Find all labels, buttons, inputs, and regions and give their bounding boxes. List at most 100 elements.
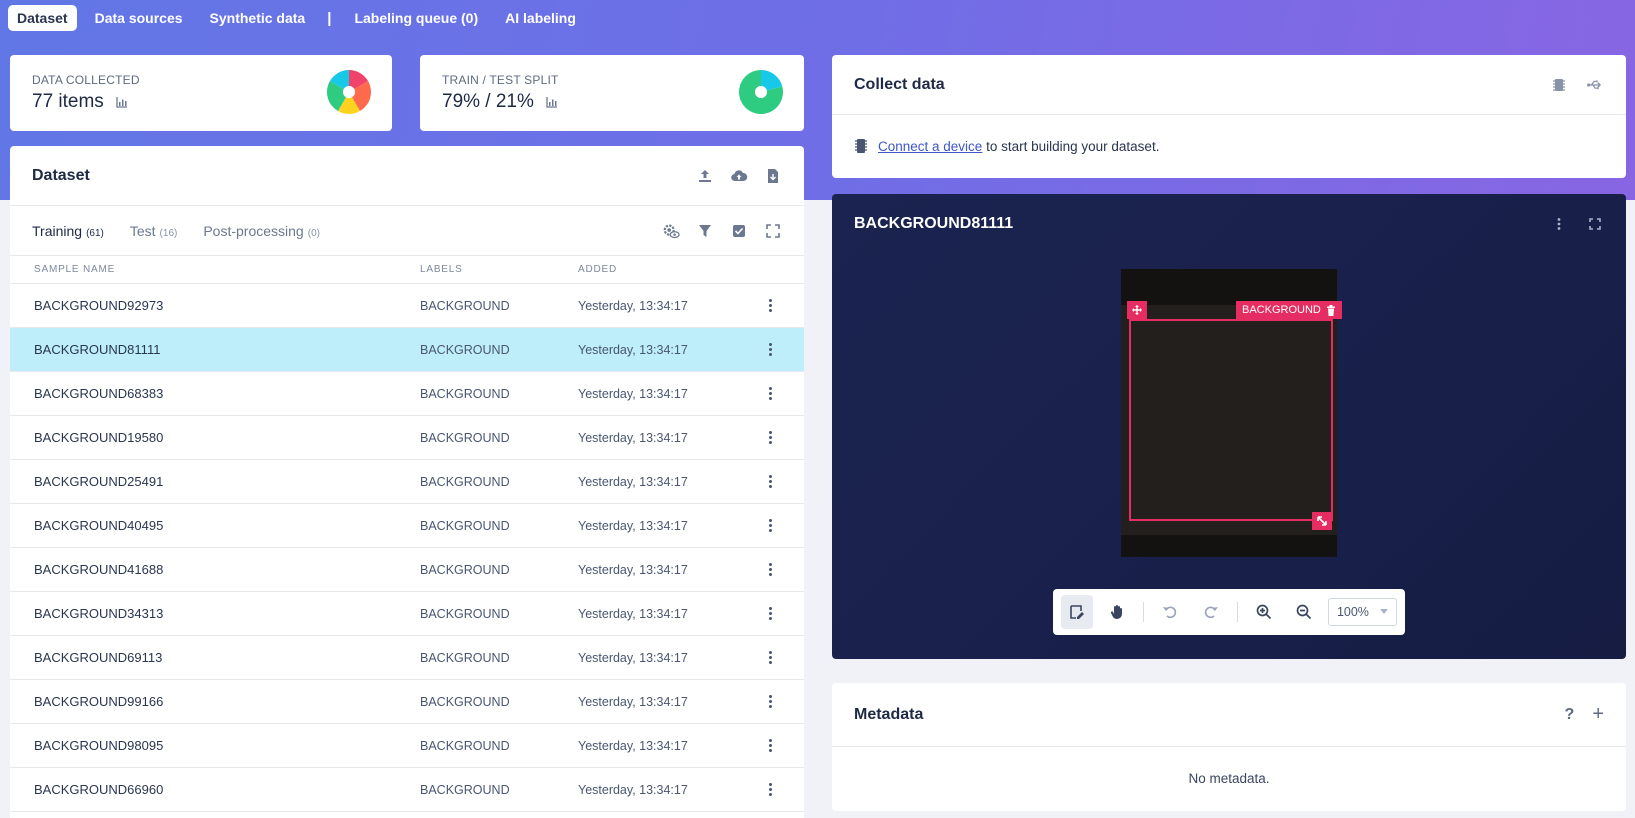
dataset-header: Dataset (10, 146, 804, 206)
sample-name: BACKGROUND19580 (34, 430, 164, 445)
sample-label: BACKGROUND (420, 650, 510, 665)
nav-tab-dataset[interactable]: Dataset (8, 5, 77, 31)
sample-added: Yesterday, 13:34:17 (578, 518, 688, 533)
fullscreen-icon[interactable] (1586, 215, 1604, 233)
column-sample-name[interactable]: SAMPLE NAME (10, 264, 420, 275)
upload-icon[interactable] (696, 167, 714, 185)
settings-eye-icon[interactable] (662, 222, 680, 240)
trash-icon[interactable] (1326, 304, 1336, 316)
row-menu-icon[interactable] (750, 343, 790, 356)
table-body: BACKGROUND92973 BACKGROUND Yesterday, 13:3… (10, 284, 804, 812)
resize-icon[interactable] (1312, 512, 1332, 530)
chart-icon[interactable] (546, 96, 558, 108)
nav-separator: | (327, 9, 332, 27)
sample-label: BACKGROUND (420, 386, 510, 401)
nav-tab-data-sources[interactable]: Data sources (86, 5, 192, 31)
sample-label: BACKGROUND (420, 606, 510, 621)
table-row[interactable]: BACKGROUND19580 BACKGROUND Yesterday, 13:3… (10, 416, 804, 460)
table-row[interactable]: BACKGROUND25491 BACKGROUND Yesterday, 13:3… (10, 460, 804, 504)
sample-label: BACKGROUND (420, 694, 510, 709)
zoom-level-select[interactable]: 100% (1327, 598, 1398, 626)
row-menu-icon[interactable] (750, 387, 790, 400)
collect-data-panel: Collect data Connect a device to start b… (832, 55, 1626, 178)
more-vertical-icon[interactable] (1550, 215, 1568, 233)
chart-icon[interactable] (116, 96, 128, 108)
row-menu-icon[interactable] (750, 695, 790, 708)
sample-image[interactable]: BACKGROUND (1121, 269, 1342, 557)
table-row[interactable]: BACKGROUND68383 BACKGROUND Yesterday, 13:3… (10, 372, 804, 416)
nav-tab-labeling-queue[interactable]: Labeling queue (0) (345, 5, 487, 31)
bounding-box[interactable] (1129, 319, 1333, 521)
bounding-box-label[interactable]: BACKGROUND (1236, 301, 1342, 319)
row-menu-icon[interactable] (750, 475, 790, 488)
table-row[interactable]: BACKGROUND81111 BACKGROUND Yesterday, 13:3… (10, 328, 804, 372)
tab-test-count: (16) (159, 227, 178, 239)
sample-label: BACKGROUND (420, 518, 510, 533)
connect-device-link[interactable]: Connect a device (878, 139, 982, 154)
chevron-down-icon (1380, 609, 1389, 614)
move-icon[interactable] (1127, 301, 1147, 319)
sample-added: Yesterday, 13:34:17 (578, 386, 688, 401)
usb-icon[interactable] (1586, 76, 1604, 94)
cloud-upload-icon[interactable] (730, 167, 748, 185)
row-menu-icon[interactable] (750, 431, 790, 444)
sample-label: BACKGROUND (420, 430, 510, 445)
metadata-panel: Metadata ? + No metadata. (832, 683, 1626, 811)
tab-training[interactable]: Training (61) (32, 223, 104, 239)
expand-icon[interactable] (764, 222, 782, 240)
sample-name: BACKGROUND40495 (34, 518, 164, 533)
sample-name: BACKGROUND41688 (34, 562, 164, 577)
tab-test-label: Test (129, 222, 156, 239)
collect-data-text: to start building your dataset. (986, 138, 1160, 154)
table-row[interactable]: BACKGROUND92973 BACKGROUND Yesterday, 13:3… (10, 284, 804, 328)
row-menu-icon[interactable] (750, 651, 790, 664)
zoom-in-icon[interactable] (1248, 595, 1280, 629)
tab-test[interactable]: Test (16) (130, 223, 177, 239)
table-row[interactable]: BACKGROUND34313 BACKGROUND Yesterday, 13:3… (10, 592, 804, 636)
tab-post-processing-label: Post-processing (203, 222, 304, 239)
chip-icon[interactable] (1550, 76, 1568, 94)
add-metadata-icon[interactable]: + (1592, 703, 1604, 726)
row-menu-icon[interactable] (750, 783, 790, 796)
sample-added: Yesterday, 13:34:17 (578, 738, 688, 753)
table-row[interactable]: BACKGROUND41688 BACKGROUND Yesterday, 13:3… (10, 548, 804, 592)
data-collected-pie-icon (327, 70, 371, 114)
sample-name: BACKGROUND66960 (34, 782, 164, 797)
sample-name: BACKGROUND81111 (34, 342, 161, 357)
download-icon[interactable] (764, 167, 782, 185)
row-menu-icon[interactable] (750, 563, 790, 576)
data-collected-card: DATA COLLECTED 77 items (10, 55, 392, 131)
column-added[interactable]: ADDED (578, 264, 750, 275)
help-icon[interactable]: ? (1565, 706, 1575, 724)
table-row[interactable]: BACKGROUND69113 BACKGROUND Yesterday, 13:3… (10, 636, 804, 680)
column-labels[interactable]: LABELS (420, 264, 578, 275)
undo-icon[interactable] (1154, 595, 1186, 629)
row-menu-icon[interactable] (750, 519, 790, 532)
table-row[interactable]: BACKGROUND40495 BACKGROUND Yesterday, 13:3… (10, 504, 804, 548)
redo-icon[interactable] (1194, 595, 1226, 629)
table-row[interactable]: BACKGROUND99166 BACKGROUND Yesterday, 13:3… (10, 680, 804, 724)
train-test-split-value-row: 79% / 21% (442, 91, 558, 113)
tab-post-processing[interactable]: Post-processing (0) (203, 223, 320, 239)
nav-tab-synthetic-data[interactable]: Synthetic data (201, 5, 315, 31)
table-row[interactable]: BACKGROUND98095 BACKGROUND Yesterday, 13:3… (10, 724, 804, 768)
metadata-title: Metadata (854, 705, 924, 723)
filter-icon[interactable] (696, 222, 714, 240)
dataset-panel: Dataset Training (61) Test (16) Post-proce… (10, 146, 804, 818)
checkbox-icon[interactable] (730, 222, 748, 240)
row-menu-icon[interactable] (750, 299, 790, 312)
row-menu-icon[interactable] (750, 739, 790, 752)
toolbar-divider (1143, 602, 1145, 622)
sample-added: Yesterday, 13:34:17 (578, 650, 688, 665)
table-row[interactable]: BACKGROUND66960 BACKGROUND Yesterday, 13:3… (10, 768, 804, 812)
sample-name: BACKGROUND34313 (34, 606, 164, 621)
row-menu-icon[interactable] (750, 607, 790, 620)
tab-training-label: Training (32, 222, 83, 239)
zoom-out-icon[interactable] (1288, 595, 1320, 629)
metadata-header: Metadata ? + (832, 683, 1626, 747)
pan-hand-icon[interactable] (1101, 595, 1133, 629)
dataset-title: Dataset (32, 166, 90, 184)
nav-tab-ai-labeling[interactable]: AI labeling (496, 5, 585, 31)
draw-box-icon[interactable] (1061, 595, 1094, 629)
sample-name: BACKGROUND68383 (34, 386, 164, 401)
